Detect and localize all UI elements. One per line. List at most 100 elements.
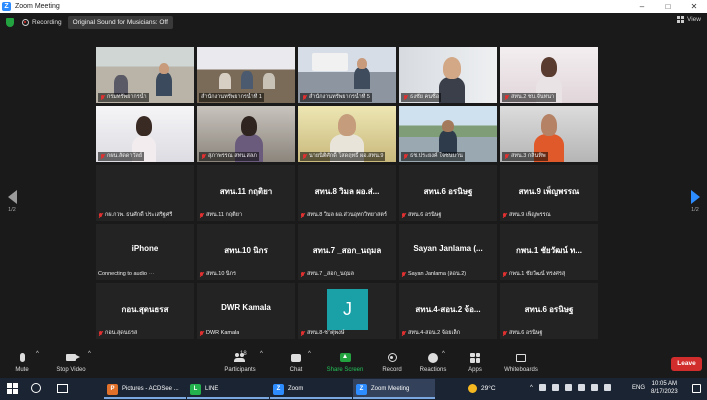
participant-tile[interactable]: สุภาพรรณ สทน.สลภ xyxy=(197,106,295,162)
taskbar-app-label: Pictures - ACDSee ... xyxy=(122,386,179,392)
participant-tile[interactable]: กอน.สุดนธรส กอน.สุดนธรส xyxy=(96,283,194,339)
volume-icon[interactable] xyxy=(603,384,611,391)
share-screen-button[interactable]: Share Screen xyxy=(324,351,366,373)
language-indicator[interactable]: ENG xyxy=(632,385,645,391)
participant-tile[interactable]: สทน.4-สอน.2 จ้อ... สทน.4-สอน.2 จ้อยเล็ก xyxy=(399,283,497,339)
participant-tile[interactable]: กรมทรัพยากรน้ำ xyxy=(96,47,194,103)
page-indicator-left: 1/2 xyxy=(8,207,16,213)
mic-off-icon xyxy=(401,330,406,337)
reactions-icon xyxy=(428,352,438,363)
participant-tile[interactable]: DWR Kamala DWR Kamala xyxy=(197,283,295,339)
participant-name: สทน.8-ชาตุพงษ์ xyxy=(300,329,345,338)
participant-tile[interactable]: สทน.11 กฤติยา สทน.11 กฤติยา xyxy=(197,165,295,221)
participant-status: Connecting to audio ⋯ xyxy=(98,271,155,277)
participant-name: กผน.ลัดดาวัลย์ xyxy=(98,152,145,161)
participant-tile[interactable]: ธงชัย คนซื่อ xyxy=(399,47,497,103)
participant-tile[interactable]: J สทน.8-ชาตุพงษ์ xyxy=(298,283,396,339)
participant-display-name: กพน.1 ชัยวัฒน์ ท... xyxy=(516,246,582,255)
participant-tile[interactable]: กผ.กวพ. ธนศักดิ์ ประเสริฐศรี xyxy=(96,165,194,221)
chevron-up-icon[interactable]: ^ xyxy=(88,351,91,357)
participant-tile[interactable]: iPhone Connecting to audio ⋯ xyxy=(96,224,194,280)
tray-app-icon[interactable] xyxy=(551,384,559,391)
participant-display-name: สทน.9 เพ็ญพรรณ xyxy=(518,187,580,196)
chevron-up-icon[interactable]: ^ xyxy=(308,351,311,357)
participant-tile[interactable]: กผน.ลัดดาวัลย์ xyxy=(96,106,194,162)
chevron-up-icon[interactable]: ^ xyxy=(36,351,39,357)
mute-button[interactable]: Mute xyxy=(8,351,36,373)
participant-name: กอน.สุดนธรส xyxy=(98,329,137,338)
participant-display-name: สทน.8 วิมล ผอ.ส่... xyxy=(314,187,380,196)
record-button[interactable]: Record xyxy=(378,351,406,373)
whiteboards-button[interactable]: Whiteboards xyxy=(502,351,540,373)
chevron-up-icon[interactable]: ^ xyxy=(530,385,533,391)
reactions-label: Reactions xyxy=(419,367,447,373)
view-button[interactable]: View xyxy=(677,16,701,23)
participant-tile[interactable]: สทน.6 อรนิษฐ สทน.6 อรนิษฐ xyxy=(500,283,598,339)
participant-name: สทน.3 กลิ่นทิพ xyxy=(502,152,548,161)
taskbar-app-zoom-meeting[interactable]: Z Zoom Meeting xyxy=(353,379,435,399)
apps-icon xyxy=(470,352,480,363)
participant-tile[interactable]: สำนักงานทรัพยากรน้ำที่ 1 xyxy=(197,47,295,103)
stop-video-button[interactable]: Stop Video xyxy=(52,351,90,373)
taskbar-app-acdsee[interactable]: P Pictures - ACDSee ... xyxy=(104,379,186,399)
minimize-icon[interactable]: – xyxy=(629,0,655,13)
participant-tile[interactable]: สทน.6 อรนิษฐ สทน.6 อรนิษฐ xyxy=(399,165,497,221)
participant-tile[interactable]: สทน.9 เพ็ญพรรณ สทน.9 เพ็ญพรรณ xyxy=(500,165,598,221)
leave-button[interactable]: Leave xyxy=(671,357,702,371)
taskbar-app-zoom[interactable]: Z Zoom xyxy=(270,379,352,399)
participant-tile[interactable]: สทน.7 _สอก_นฤมล สทน.7 _สอก_นฤมล xyxy=(298,224,396,280)
clock-time: 10:05 AM xyxy=(651,381,678,387)
participants-button[interactable]: 18 Participants xyxy=(222,351,258,373)
participant-tile[interactable]: สทน.8 วิมล ผอ.ส่... สทน.8 วิมล ผอ.ส่วนอุ… xyxy=(298,165,396,221)
recording-label[interactable]: Recording xyxy=(32,19,62,26)
weather-widget[interactable]: 29°C xyxy=(468,384,496,393)
task-view-icon[interactable] xyxy=(57,384,68,393)
previous-page-button[interactable]: 1/2 xyxy=(4,190,20,220)
participant-name: กพน.1 ชัยวัฒน์ ทรงศรสุ xyxy=(502,270,565,279)
mic-off-icon xyxy=(300,271,305,278)
maximize-icon[interactable]: □ xyxy=(655,0,681,13)
tray-app-icon[interactable] xyxy=(538,384,546,391)
gallery-grid: กรมทรัพยากรน้ำ สำนักงานทรัพยากรน้ำที่ 1 … xyxy=(96,47,599,341)
chat-button[interactable]: Chat xyxy=(284,351,308,373)
participant-name: สทน.2 ชบ.จันทนา xyxy=(502,93,557,102)
participant-tile[interactable]: กพน.1 ชัยวัฒน์ ท... กพน.1 ชัยวัฒน์ ทรงศร… xyxy=(500,224,598,280)
tray-app-icon[interactable] xyxy=(577,384,585,391)
participant-name: กผ.กวพ. ธนศักดิ์ ประเสริฐศรี xyxy=(98,211,172,220)
participant-tile[interactable]: Sayan Janlama (... Sayan Janlama (ลอน.2) xyxy=(399,224,497,280)
participant-tile[interactable]: สทน.2 ชบ.จันทนา xyxy=(500,47,598,103)
participant-display-name: สทน.6 อรนิษฐ xyxy=(423,187,473,196)
chevron-up-icon[interactable]: ^ xyxy=(442,351,445,357)
original-sound-button[interactable]: Original Sound for Musicians: Off xyxy=(67,16,173,29)
apps-label: Apps xyxy=(468,367,482,373)
close-icon[interactable]: ✕ xyxy=(681,0,707,13)
tray-app-icon[interactable] xyxy=(564,384,572,391)
mic-off-icon xyxy=(100,153,105,160)
apps-button[interactable]: Apps xyxy=(464,351,486,373)
participant-tile[interactable]: สทน.10 นิกร สทน.10 นิกร xyxy=(197,224,295,280)
taskbar-app-label: Zoom xyxy=(288,386,304,392)
participant-name: กรมทรัพยากรน้ำ xyxy=(98,93,149,102)
participant-tile[interactable]: สำนักงานทรัพยากรน้ำที่ 5 xyxy=(298,47,396,103)
mic-off-icon xyxy=(302,94,307,101)
security-shield-icon[interactable] xyxy=(6,18,14,27)
clock-date: 8/17/2023 xyxy=(651,389,678,395)
participant-tile[interactable]: นายนิติศักดิ์ โสดฤทธิ์ ผอ.สทน.9 xyxy=(298,106,396,162)
window-title: Zoom Meeting xyxy=(15,3,60,10)
chevron-up-icon[interactable]: ^ xyxy=(260,351,263,357)
next-page-button[interactable]: 1/2 xyxy=(687,190,703,220)
chat-label: Chat xyxy=(289,367,303,373)
participant-tile[interactable]: สทน.3 กลิ่นทิพ xyxy=(500,106,598,162)
windows-start-icon[interactable] xyxy=(7,383,18,394)
system-clock[interactable]: 10:05 AM 8/17/2023 xyxy=(651,380,678,396)
participant-name: สทน.8 วิมล ผอ.ส่วนอุทกวิทยาสตร์ xyxy=(300,211,387,220)
wifi-icon[interactable] xyxy=(590,384,598,391)
notification-icon[interactable] xyxy=(692,384,701,393)
participant-display-name: กอน.สุดนธรส xyxy=(121,305,169,314)
taskbar-app-line[interactable]: L LINE xyxy=(187,379,269,399)
mic-off-icon xyxy=(199,271,204,278)
weather-sun-icon xyxy=(468,384,477,393)
participant-name: นายนิติศักดิ์ โสดฤทธิ์ ผอ.สทน.9 xyxy=(300,152,386,161)
participant-tile[interactable]: ธช.ประยงค์ ใจชนบาน xyxy=(399,106,497,162)
search-icon[interactable] xyxy=(31,383,41,393)
